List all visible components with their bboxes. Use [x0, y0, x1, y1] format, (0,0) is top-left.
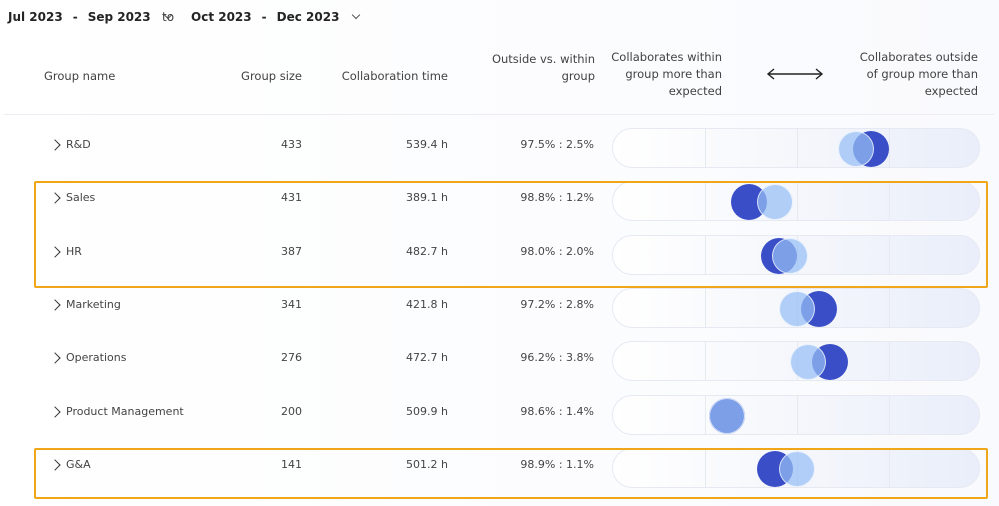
column-header-collaboration-time[interactable]: Collaboration time [330, 68, 448, 85]
ratio-cell: 96.2% : 3.8% [520, 351, 594, 364]
header-line: group more than [625, 67, 722, 81]
group-name-cell: R&D [66, 138, 91, 151]
end-period-dropdown[interactable]: Oct 2023 - Dec 2023 [191, 10, 361, 24]
track-divider [705, 289, 706, 327]
track-divider [705, 396, 706, 434]
ratio-cell: 98.6% : 1.4% [520, 405, 594, 418]
highlight-box-sales-hr [34, 181, 988, 288]
start-to-label: Sep 2023 [87, 10, 151, 24]
collaboration-time-cell: 509.9 h [406, 405, 448, 418]
column-header-within-group: Collaborates within group more than expe… [600, 49, 722, 100]
group-name-cell: Operations [66, 351, 127, 364]
chevron-right-icon[interactable] [50, 299, 62, 311]
track-divider [889, 342, 890, 380]
start-period-dropdown[interactable]: Jul 2023 - Sep 2023 [8, 10, 172, 24]
header-line: expected [924, 84, 978, 98]
collaboration-bubble-track [612, 128, 980, 168]
ratio-cell: 97.5% : 2.5% [520, 138, 594, 151]
track-divider [705, 129, 706, 167]
header-line: Outside vs. within [491, 52, 595, 66]
dash-separator: - [261, 10, 267, 24]
track-divider [889, 396, 890, 434]
column-header-outside-vs-within[interactable]: Outside vs. within group [470, 51, 595, 85]
track-divider [889, 289, 890, 327]
header-divider [4, 114, 994, 115]
collaboration-time-cell: 472.7 h [406, 351, 448, 364]
chevron-right-icon[interactable] [50, 406, 62, 418]
dash-separator: - [72, 10, 78, 24]
range-separator: to [162, 10, 175, 24]
header-line: group [561, 69, 595, 83]
chevron-right-icon[interactable] [50, 139, 62, 151]
group-size-cell: 200 [281, 405, 302, 418]
group-size-cell: 276 [281, 351, 302, 364]
header-line: of group more than [866, 67, 978, 81]
track-divider [797, 129, 798, 167]
ratio-cell: 97.2% : 2.8% [520, 298, 594, 311]
header-line: Collaborates outside [859, 50, 978, 64]
column-header-outside-group: Collaborates outside of group more than … [840, 49, 978, 100]
group-name-cell: Marketing [66, 298, 121, 311]
header-line: Collaborates within [611, 50, 722, 64]
column-header-group-name[interactable]: Group name [44, 68, 115, 85]
start-from-label: Jul 2023 [8, 10, 63, 24]
highlight-box-ga [34, 448, 988, 499]
chevron-down-icon [352, 10, 361, 20]
track-divider [797, 396, 798, 434]
track-divider [705, 342, 706, 380]
within-collaboration-bubble[interactable] [790, 344, 826, 380]
group-size-cell: 341 [281, 298, 302, 311]
group-size-cell: 433 [281, 138, 302, 151]
collaboration-time-cell: 539.4 h [406, 138, 448, 151]
header-line: expected [668, 84, 722, 98]
within-collaboration-bubble[interactable] [779, 291, 815, 327]
chevron-right-icon[interactable] [50, 352, 62, 364]
double-arrow-icon [766, 68, 824, 80]
end-from-label: Oct 2023 [191, 10, 252, 24]
within-collaboration-bubble[interactable] [709, 398, 745, 434]
collaboration-bubble-track [612, 341, 980, 381]
group-name-cell: Product Management [66, 405, 184, 418]
column-header-group-size[interactable]: Group size [222, 68, 302, 85]
collaboration-time-cell: 421.8 h [406, 298, 448, 311]
track-divider [889, 129, 890, 167]
within-collaboration-bubble[interactable] [838, 131, 874, 167]
collaboration-bubble-track [612, 288, 980, 328]
collaboration-bubble-track [612, 395, 980, 435]
end-to-label: Dec 2023 [276, 10, 340, 24]
